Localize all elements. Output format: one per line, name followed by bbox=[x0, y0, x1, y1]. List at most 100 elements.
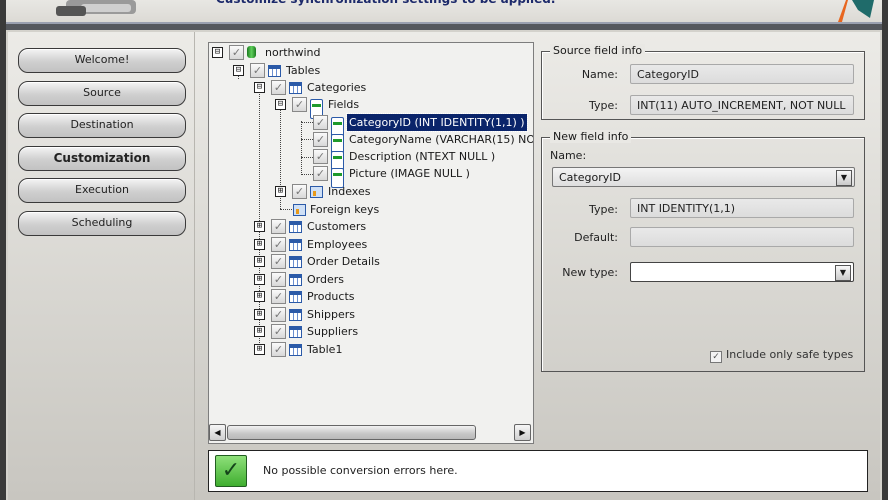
collapse-icon[interactable]: ⊟ bbox=[254, 82, 265, 93]
expand-icon[interactable]: ⊞ bbox=[254, 256, 265, 267]
expand-icon[interactable]: ⊞ bbox=[254, 326, 265, 337]
tree-node-indexes[interactable]: ⊞ ✓ Indexes bbox=[209, 183, 529, 200]
tree-node-label: Indexes bbox=[328, 185, 371, 198]
collapse-icon[interactable]: ⊟ bbox=[212, 47, 223, 58]
tree-node-table[interactable]: ⊞ ✓ Table1 bbox=[209, 341, 529, 358]
tree-node-label: Suppliers bbox=[307, 325, 359, 338]
expand-icon[interactable]: ⊞ bbox=[275, 186, 286, 197]
default-label: Default: bbox=[574, 231, 618, 244]
checkbox-checked-icon[interactable]: ✓ bbox=[271, 254, 286, 269]
table-icon bbox=[289, 239, 302, 251]
new-field-info-group: New field info Name: CategoryID ▼ Type: … bbox=[541, 130, 865, 372]
table-icon bbox=[289, 256, 302, 268]
tree-node-label: Employees bbox=[307, 238, 368, 251]
tree-node-table[interactable]: ⊞ ✓ Shippers bbox=[209, 306, 529, 323]
tree-node-label: Customers bbox=[307, 220, 367, 233]
expand-icon[interactable]: ⊞ bbox=[254, 344, 265, 355]
brand-logo-icon bbox=[838, 0, 874, 22]
header-banner: Customize synchronization settings to be… bbox=[6, 0, 882, 24]
checkbox-checked-icon[interactable]: ✓ bbox=[271, 272, 286, 287]
database-icon bbox=[247, 46, 256, 58]
tree-node-foreign-keys[interactable]: Foreign keys bbox=[209, 201, 529, 218]
tree-node-field[interactable]: ✓ CategoryName (VARCHAR(15) NOT NULL ) bbox=[209, 131, 533, 154]
source-type-field: INT(11) AUTO_INCREMENT, NOT NULL bbox=[630, 95, 854, 115]
checkbox-checked-icon[interactable]: ✓ bbox=[271, 289, 286, 304]
table-icon bbox=[289, 82, 302, 94]
expand-icon[interactable]: ⊞ bbox=[254, 274, 265, 285]
table-icon bbox=[289, 326, 302, 338]
tree-node-table[interactable]: ⊞ ✓ Products bbox=[209, 288, 529, 305]
table-icon bbox=[289, 344, 302, 356]
table-icon bbox=[289, 291, 302, 303]
tools-logo-icon bbox=[56, 0, 136, 16]
expand-icon[interactable]: ⊞ bbox=[254, 309, 265, 320]
tree-node-label: Fields bbox=[328, 98, 360, 111]
checkbox-checked-icon[interactable]: ✓ bbox=[313, 132, 328, 147]
nav-destination-button[interactable]: Destination bbox=[18, 113, 186, 138]
new-name-dropdown[interactable]: CategoryID ▼ bbox=[552, 167, 855, 187]
include-safe-types-checkbox[interactable]: ✓ Include only safe types bbox=[710, 348, 853, 363]
tree-node-label: Order Details bbox=[307, 255, 380, 268]
source-field-info-group: Source field info Name: CategoryID Type:… bbox=[541, 44, 865, 120]
scroll-left-icon[interactable]: ◀ bbox=[209, 424, 226, 441]
tree-node-label: Tables bbox=[286, 64, 321, 77]
scrollbar-thumb[interactable] bbox=[227, 425, 476, 440]
checkbox-checked-icon[interactable]: ✓ bbox=[271, 307, 286, 322]
tree-node-table[interactable]: ⊞ ✓ Orders bbox=[209, 271, 529, 288]
tree-node-table[interactable]: ⊟ ✓ Categories bbox=[209, 79, 529, 96]
schema-tree[interactable]: ⊟ ✓ northwind ⊟ ✓ Tables ⊟ ✓ Categories … bbox=[208, 42, 534, 444]
tree-node-label: Description (NTEXT NULL ) bbox=[349, 150, 496, 163]
tree-node-field[interactable]: ✓ Picture (IMAGE NULL ) bbox=[209, 165, 529, 188]
checkbox-checked-icon[interactable]: ✓ bbox=[313, 166, 328, 181]
tree-node-fields[interactable]: ⊟ ✓ Fields bbox=[209, 96, 529, 119]
ok-check-icon: ✓ bbox=[215, 455, 247, 487]
tree-node-tables[interactable]: ⊟ ✓ Tables bbox=[209, 62, 529, 79]
tree-node-table[interactable]: ⊞ ✓ Suppliers bbox=[209, 323, 529, 340]
checkbox-checked-icon[interactable]: ✓ bbox=[271, 219, 286, 234]
collapse-icon[interactable]: ⊟ bbox=[233, 65, 244, 76]
tree-horizontal-scrollbar[interactable]: ◀ ▶ bbox=[208, 424, 534, 441]
new-type-field[interactable]: INT IDENTITY(1,1) bbox=[630, 198, 854, 218]
checkbox-checked-icon[interactable]: ✓ bbox=[271, 342, 286, 357]
header-subtitle: Customize synchronization settings to be… bbox=[216, 0, 555, 6]
tree-node-field[interactable]: ✓ Description (NTEXT NULL ) bbox=[209, 148, 529, 171]
checkbox-checked-icon[interactable]: ✓ bbox=[271, 80, 286, 95]
nav-customization-button[interactable]: Customization bbox=[18, 145, 186, 171]
checkbox-checked-icon[interactable]: ✓ bbox=[292, 184, 307, 199]
checkbox-checked-icon[interactable]: ✓ bbox=[292, 97, 307, 112]
tree-node-table[interactable]: ⊞ ✓ Customers bbox=[209, 218, 529, 235]
source-name-label: Name: bbox=[581, 68, 618, 81]
checkbox-checked-icon[interactable]: ✓ bbox=[313, 115, 328, 130]
table-icon bbox=[289, 274, 302, 286]
scroll-right-icon[interactable]: ▶ bbox=[514, 424, 531, 441]
tree-node-field-selected[interactable]: ✓ CategoryID (INT IDENTITY(1,1) ) bbox=[209, 113, 529, 137]
collapse-icon[interactable]: ⊟ bbox=[275, 99, 286, 110]
checkbox-checked-icon[interactable]: ✓ bbox=[271, 324, 286, 339]
tables-folder-icon bbox=[268, 65, 281, 77]
chevron-down-icon[interactable]: ▼ bbox=[836, 170, 852, 186]
checkbox-checked-icon[interactable]: ✓ bbox=[271, 237, 286, 252]
new-type-dropdown[interactable]: ▼ bbox=[630, 262, 854, 282]
expand-icon[interactable]: ⊞ bbox=[254, 291, 265, 302]
default-field[interactable] bbox=[630, 227, 854, 247]
nav-divider bbox=[194, 32, 195, 500]
tree-node-label: Picture (IMAGE NULL ) bbox=[349, 167, 470, 180]
tree-node-table[interactable]: ⊞ ✓ Employees bbox=[209, 236, 529, 253]
expand-icon[interactable]: ⊞ bbox=[254, 239, 265, 250]
chevron-down-icon[interactable]: ▼ bbox=[835, 265, 851, 281]
foreign-keys-icon bbox=[293, 204, 306, 216]
checkbox-checked-icon[interactable]: ✓ bbox=[710, 351, 722, 363]
tree-node-table[interactable]: ⊞ ✓ Order Details bbox=[209, 253, 529, 270]
tree-node-label: Shippers bbox=[307, 308, 355, 321]
new-type-select-label: New type: bbox=[562, 266, 618, 279]
tree-node-database[interactable]: ⊟ ✓ northwind bbox=[209, 44, 529, 61]
new-type-label: Type: bbox=[589, 203, 618, 216]
nav-scheduling-button[interactable]: Scheduling bbox=[18, 210, 186, 236]
nav-source-button[interactable]: Source bbox=[18, 80, 186, 106]
nav-welcome-button[interactable]: Welcome! bbox=[18, 48, 186, 73]
checkbox-checked-icon[interactable]: ✓ bbox=[250, 63, 265, 78]
expand-icon[interactable]: ⊞ bbox=[254, 221, 265, 232]
checkbox-checked-icon[interactable]: ✓ bbox=[229, 45, 244, 60]
nav-execution-button[interactable]: Execution bbox=[18, 178, 186, 203]
checkbox-checked-icon[interactable]: ✓ bbox=[313, 149, 328, 164]
